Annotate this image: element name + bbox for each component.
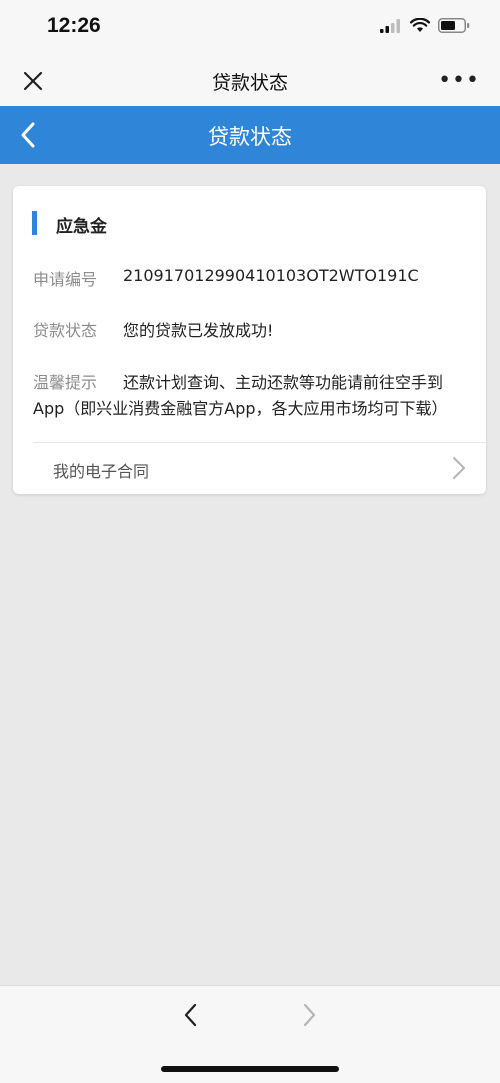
status-icons [380, 18, 470, 33]
electronic-contract-label: 我的电子合同 [53, 462, 150, 481]
bottom-navigation-bar [0, 985, 500, 1083]
tip-text-continuation: App（即兴业消费金融官方App，各大应用市场均可下载） [33, 399, 448, 418]
status-bar: 12:26 [0, 0, 500, 56]
card-title: 应急金 [56, 217, 107, 237]
webview-title-bar: 贷款状态 ••• [0, 56, 500, 106]
nav-back-icon[interactable] [180, 1001, 202, 1029]
loan-status-label: 贷款状态 [33, 321, 98, 340]
nav-forward-icon[interactable] [298, 1001, 320, 1029]
electronic-contract-link[interactable]: 我的电子合同 [13, 443, 486, 494]
cellular-signal-icon [380, 18, 400, 33]
wifi-icon [410, 18, 430, 32]
home-indicator [161, 1066, 339, 1072]
status-time: 12:26 [47, 14, 101, 37]
webview-title: 贷款状态 [211, 72, 288, 94]
application-number-label: 申请编号 [33, 270, 98, 289]
loan-status-card: 应急金 申请编号 210917012990410103OT2WTO191C 贷款… [13, 186, 486, 494]
battery-icon [438, 18, 470, 33]
more-options-icon[interactable]: ••• [438, 68, 480, 93]
tip-text: 还款计划查询、主动还款等功能请前往空手到 [123, 373, 444, 392]
page-title: 贷款状态 [208, 125, 292, 149]
chevron-right-icon [453, 457, 465, 479]
app-header: 贷款状态 [0, 106, 500, 164]
tip-label: 温馨提示 [33, 373, 98, 392]
title-accent-bar [32, 211, 37, 235]
application-number-value: 210917012990410103OT2WTO191C [123, 266, 419, 285]
loan-status-value: 您的贷款已发放成功! [123, 321, 274, 340]
